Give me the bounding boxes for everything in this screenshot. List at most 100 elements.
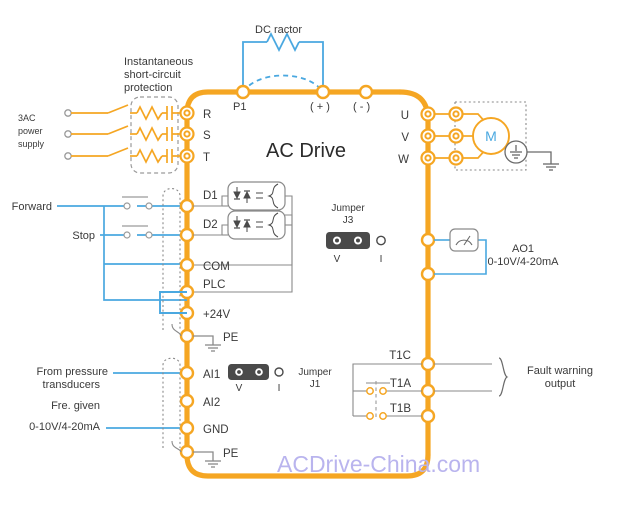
terminal-pe-upper[interactable]: [179, 328, 195, 344]
digital-input-group: D1 D2: [179, 181, 293, 293]
terminal-d2[interactable]: [179, 227, 195, 243]
jumper-j1-id: J1: [310, 379, 321, 390]
terminal-label-pe-lower: PE: [223, 448, 239, 460]
control-contact-points[interactable]: [123, 202, 153, 239]
ac-drive-wiring-diagram: 3AC power supply Instantaneous short-cir…: [12, 24, 593, 479]
motor-terminal-v[interactable]: [448, 128, 464, 144]
terminal-t1b[interactable]: [420, 408, 436, 424]
minus-label: ( - ): [353, 101, 370, 113]
terminal-com[interactable]: [179, 257, 195, 273]
jumper-j3-option-v: V: [334, 254, 341, 265]
optocoupler-d2: [221, 210, 286, 240]
jumper-j1-name: Jumper: [298, 367, 332, 378]
terminal-label-com: COM: [203, 261, 230, 273]
switch-blade-t: [107, 147, 129, 157]
terminal-pe-lower[interactable]: [179, 444, 195, 460]
jumper-j3-name: Jumper: [331, 203, 365, 214]
jumper-j3-option-i: I: [380, 254, 383, 265]
terminal-label-plc: PLC: [203, 279, 225, 291]
short-circuit-protection-box: [130, 96, 179, 174]
control-cable-shield: [162, 187, 181, 330]
jumper-j1-option-i: I: [278, 383, 281, 394]
protection-label-line1: Instantaneous: [124, 56, 194, 68]
terminal-t1c[interactable]: [420, 356, 436, 372]
terminal-label-t1b: T1B: [390, 403, 411, 415]
terminal-d1[interactable]: [179, 198, 195, 214]
terminal-label-gnd: GND: [203, 424, 229, 436]
jumper-j1-pin-i[interactable]: [274, 367, 284, 377]
motor-terminal-u[interactable]: [448, 106, 464, 122]
terminal-p1[interactable]: [235, 84, 251, 100]
motor-label: M: [485, 128, 497, 144]
forward-label: Forward: [12, 201, 52, 213]
jumper-j1-group[interactable]: V I Jumper J1: [228, 364, 332, 394]
terminal-plus[interactable]: [315, 84, 331, 100]
optocoupler-d1: [221, 181, 286, 211]
terminal-label-r: R: [203, 109, 211, 121]
terminal-ai1[interactable]: [179, 365, 195, 381]
phase-terminal-t: [64, 152, 72, 160]
drive-title: AC Drive: [266, 140, 346, 162]
phase-terminal-s: [64, 130, 72, 138]
ao1-range-label: 0-10V/4-20mA: [488, 256, 560, 268]
control-switch-blades[interactable]: [122, 196, 148, 227]
terminal-label-ai2: AI2: [203, 397, 220, 409]
motor-ground-symbol: [504, 140, 559, 171]
terminal-w[interactable]: [420, 150, 436, 166]
terminal-s[interactable]: [179, 126, 195, 142]
fault-warning-label-line2: output: [545, 378, 576, 390]
input-terminals-group: R S T: [179, 105, 211, 164]
p1-label: P1: [233, 101, 246, 113]
jumper-j3-group[interactable]: Jumper J3 V I: [326, 203, 386, 265]
power-supply-label-line2: power: [18, 126, 43, 136]
fuse-symbols: [136, 105, 181, 164]
power-supply-label-line3: supply: [18, 139, 45, 149]
jumper-j3-pin-mid-center: [356, 238, 360, 243]
terminal-gnd[interactable]: [179, 420, 195, 436]
pressure-label-line1: From pressure: [36, 366, 108, 378]
motor-terminal-w[interactable]: [448, 150, 464, 166]
terminal-label-ai1: AI1: [203, 369, 220, 381]
ao1-label: AO1: [512, 243, 534, 255]
terminal-ao1-gnd[interactable]: [420, 266, 436, 282]
motor-output-group: U V W M: [398, 101, 559, 171]
jumper-j3-pin-i[interactable]: [376, 235, 386, 246]
shield-drain-upper: [171, 323, 182, 337]
common-terminals-group: COM PLC +24V PE: [159, 257, 239, 352]
fault-warning-label-line1: Fault warning: [527, 365, 593, 377]
jumper-j1-pin-mid-center: [257, 370, 261, 374]
terminal-r[interactable]: [179, 105, 195, 121]
terminal-u[interactable]: [420, 106, 436, 122]
terminal-label-u: U: [401, 110, 409, 122]
jumper-j1-pin-v-center: [237, 370, 241, 374]
stop-label: Stop: [72, 230, 95, 242]
terminal-t1a[interactable]: [420, 383, 436, 399]
protection-label-line2: short-circuit: [124, 69, 181, 81]
terminal-label-w: W: [398, 154, 409, 166]
switch-blade-s: [107, 125, 129, 135]
site-watermark: ACDrive-China.com: [277, 451, 480, 477]
analog-input-group: From pressure transducers Fre. given 0-1…: [29, 357, 239, 468]
jumper-j1-option-v: V: [236, 383, 243, 394]
switch-blade-r: [107, 104, 129, 114]
phase-terminal-r: [64, 109, 72, 117]
terminal-t[interactable]: [179, 148, 195, 164]
terminal-v[interactable]: [420, 128, 436, 144]
terminal-label-pe-upper: PE: [223, 332, 239, 344]
terminal-ao1-signal[interactable]: [420, 232, 436, 248]
fault-output-brace: [498, 357, 509, 397]
pressure-label-line2: transducers: [43, 379, 101, 391]
ao1-output-group: AO1 0-10V/4-20mA: [420, 228, 560, 282]
terminal-label-t1c: T1C: [389, 350, 411, 362]
terminal-minus[interactable]: [358, 84, 374, 100]
ac-power-input-group: 3AC power supply Instantaneous short-cir…: [18, 56, 194, 174]
terminal-label-d2: D2: [203, 219, 218, 231]
analog-range-label: 0-10V/4-20mA: [29, 421, 101, 433]
power-supply-label-line1: 3AC: [18, 113, 36, 123]
terminal-ai2[interactable]: [179, 393, 195, 409]
plus-label: ( + ): [310, 101, 330, 113]
wiring-diagram-canvas: 3AC power supply Instantaneous short-cir…: [0, 0, 620, 521]
analog-cable-shield: [162, 357, 181, 448]
pe-ground-symbol-lower: [193, 451, 221, 468]
terminal-label-t: T: [203, 152, 210, 164]
